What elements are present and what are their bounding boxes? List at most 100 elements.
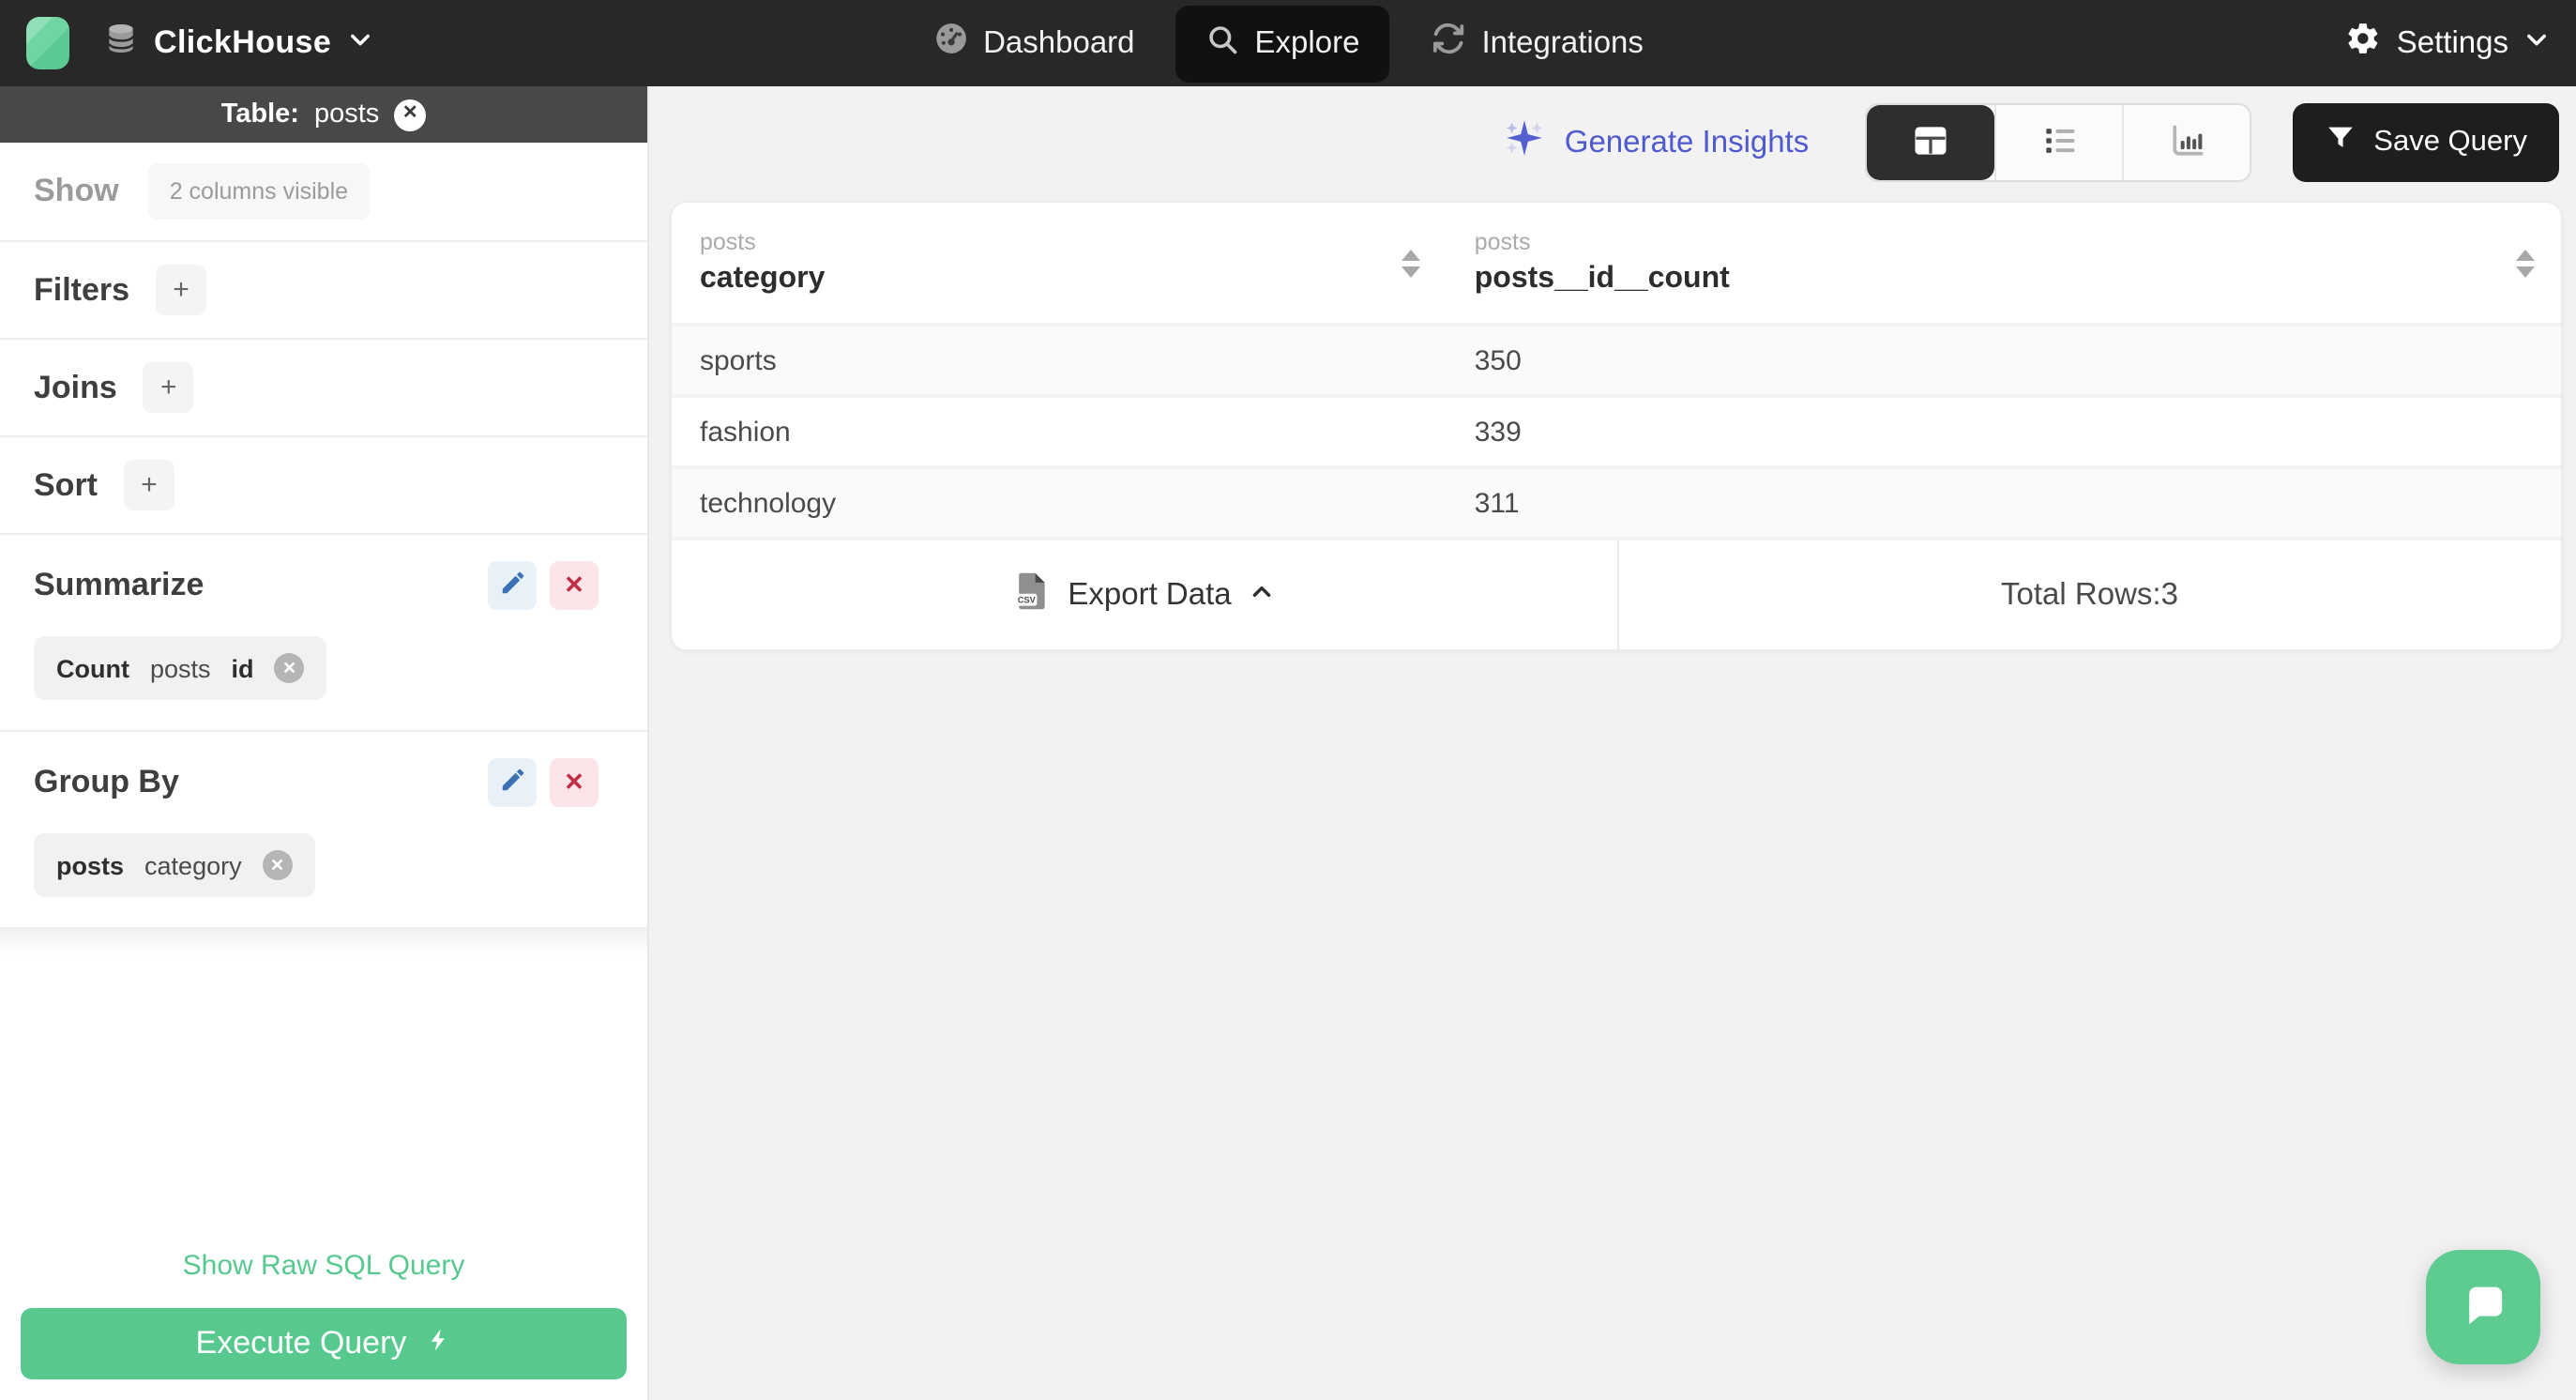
filters-label: Filters [34,271,130,307]
database-name: ClickHouse [154,24,332,60]
funnel-icon [2325,122,2356,163]
edit-summarize-button[interactable] [488,561,537,610]
export-data-label: Export Data [1068,577,1232,611]
view-toggle-group [1865,103,2252,182]
csv-label: CSV [1018,595,1037,604]
add-sort-button[interactable]: + [124,460,174,510]
database-icon [103,21,139,66]
summarize-section: Summarize ✕ Count posts id ✕ [0,535,647,732]
nav-item-label: Explore [1254,25,1360,59]
remove-chip-icon[interactable]: ✕ [262,850,293,880]
remove-summarize-button[interactable]: ✕ [550,561,599,610]
generate-insights-label: Generate Insights [1564,125,1810,159]
gauge-icon [932,21,968,66]
remove-group-by-button[interactable]: ✕ [550,758,599,807]
save-query-label: Save Query [2373,126,2527,158]
lightning-bolt-icon [425,1324,451,1363]
chip-table: posts [149,654,211,682]
total-rows-label: Total Rows:3 [1616,540,2561,649]
group-by-label: Group By [34,764,179,799]
table-footer: CSV Export Data Total Rows:3 [672,537,2561,649]
table-header-bar: Table: posts ✕ [0,86,647,143]
summarize-label: Summarize [34,567,205,602]
save-query-button[interactable]: Save Query [2293,103,2559,182]
export-data-button[interactable]: CSV Export Data [672,540,1616,649]
app-logo[interactable] [26,17,69,69]
navbar-left: ClickHouse [26,17,372,69]
settings-label: Settings [2396,25,2508,59]
cell-category: technology [700,487,837,519]
group-by-section: Group By ✕ posts category ✕ [0,732,647,929]
search-icon [1206,22,1240,65]
results-toolbar: Generate Insights Save Query [649,103,2559,182]
cell-count: 350 [1474,344,1522,376]
column-name: category [700,263,826,295]
joins-label: Joins [34,369,117,404]
column-header-category: posts category [672,203,1447,323]
sync-icon [1431,21,1466,66]
sparkle-icon [1503,116,1546,169]
results-area: Generate Insights Save Query posts categ… [649,86,2576,1400]
sort-section: Sort + [0,437,647,535]
list-view-icon [2038,119,2080,166]
column-table-name: posts [1474,229,1531,255]
pencil-icon [498,569,526,602]
settings-menu[interactable]: Settings [2346,21,2550,66]
nav-item-label: Integrations [1481,25,1644,59]
list-view-button[interactable] [1994,105,2122,180]
nav-item-explore[interactable]: Explore [1175,5,1390,82]
table-header-name: posts [313,99,380,129]
bar-chart-icon [2166,119,2207,166]
table-row: fashion 339 [672,394,2561,465]
cell-count: 311 [1474,487,1520,519]
navbar-menu: Dashboard Explore Integrations [910,4,1666,83]
top-navbar: ClickHouse Dashboard Explore Integration… [0,0,2576,86]
chevron-down-icon [2523,25,2550,61]
results-table: posts category posts posts__id__count sp… [670,201,2563,651]
add-filter-button[interactable]: + [156,265,207,315]
nav-item-dashboard[interactable]: Dashboard [910,4,1157,83]
show-raw-sql-link[interactable]: Show Raw SQL Query [0,1231,647,1308]
sort-label: Sort [34,466,98,502]
group-by-chip: posts category ✕ [34,833,315,897]
query-sidebar: Table: posts ✕ Show 2 columns visible Fi… [0,86,649,1400]
execute-query-button[interactable]: Execute Query [21,1308,627,1379]
filters-section: Filters + [0,242,647,340]
cell-category: fashion [700,416,791,448]
edit-group-by-button[interactable] [488,758,537,807]
table-view-icon [1910,119,1951,166]
nav-item-label: Dashboard [983,25,1135,59]
summarize-chip: Count posts id ✕ [34,636,327,700]
columns-visible-badge[interactable]: 2 columns visible [148,163,370,220]
chat-bubble-icon [2454,1275,2512,1339]
sort-arrows-icon[interactable] [1401,249,1420,277]
csv-file-icon: CSV [1013,570,1049,620]
app-root: ClickHouse Dashboard Explore Integration… [0,0,2576,1400]
column-name: posts__id__count [1474,263,1730,295]
table-view-button[interactable] [1867,105,1995,180]
joins-section: Joins + [0,340,647,437]
nav-item-integrations[interactable]: Integrations [1408,4,1665,83]
chip-aggregate: Count [56,654,129,682]
remove-chip-icon[interactable]: ✕ [274,653,305,683]
chip-table: posts [56,851,125,879]
chat-widget-button[interactable] [2426,1250,2540,1364]
table-row: technology 311 [672,465,2561,537]
generate-insights-button[interactable]: Generate Insights [1503,116,1810,169]
scroll-shadow [0,929,647,955]
close-table-icon[interactable]: ✕ [394,99,427,130]
add-join-button[interactable]: + [143,362,194,413]
database-selector[interactable]: ClickHouse [103,21,372,66]
sort-arrows-icon[interactable] [2515,249,2535,277]
column-table-name: posts [700,229,756,255]
cell-count: 339 [1474,416,1522,448]
chevron-down-icon [346,25,372,61]
show-label: Show [34,173,119,208]
cell-category: sports [700,344,777,376]
column-header-count: posts posts__id__count [1447,203,2561,323]
table-header-prefix: Table: [220,99,299,129]
gear-icon [2346,21,2382,66]
chart-view-button[interactable] [2122,105,2250,180]
show-columns-row: Show 2 columns visible [0,143,647,242]
execute-query-label: Execute Query [195,1325,407,1361]
